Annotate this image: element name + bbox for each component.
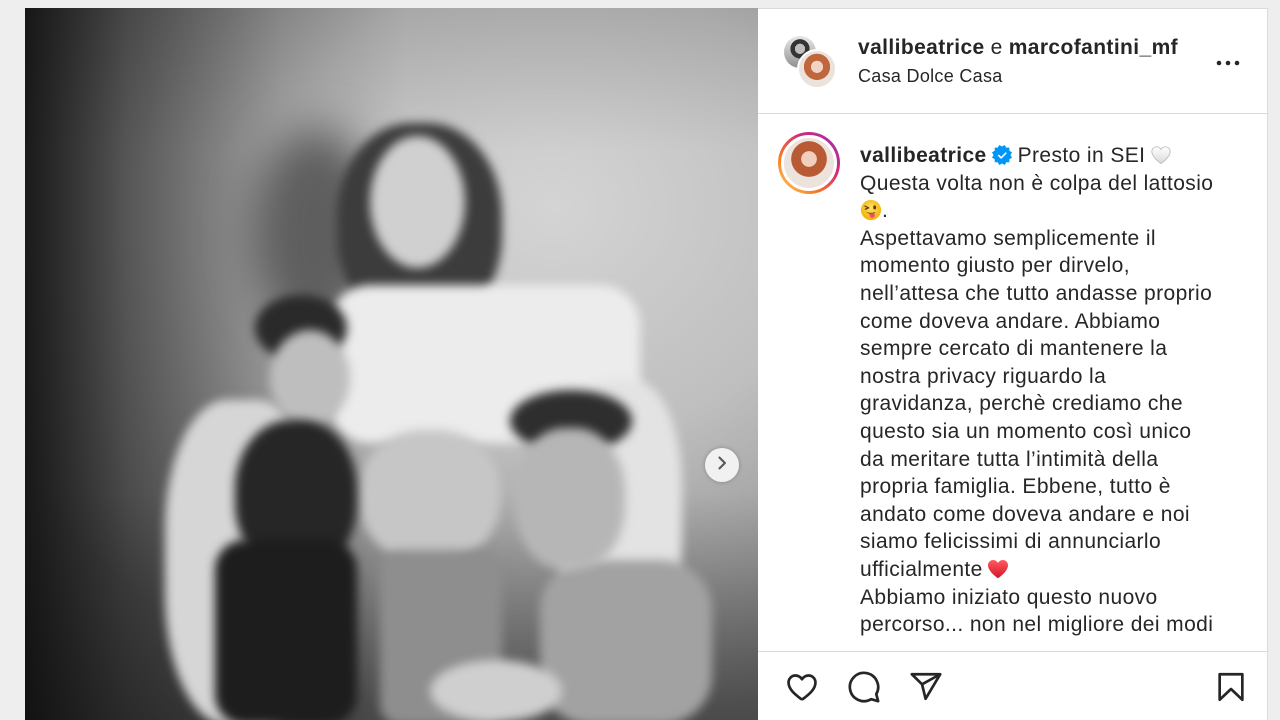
caption-line: andato come doveva andare e noi [860, 502, 1190, 526]
caption-line: propria famiglia. Ebbene, tutto è [860, 475, 1171, 499]
save-bookmark-icon [1214, 670, 1248, 704]
caption-line: nell’attesa che tutto andasse proprio [860, 281, 1213, 305]
caption-avatar-story-ring[interactable] [778, 132, 840, 194]
caption-line: percorso... non nel migliore dei modi [860, 613, 1214, 637]
photo-shape [515, 428, 625, 570]
header-username-link[interactable]: marcofantini_mf [1009, 36, 1178, 59]
photo-shape [430, 660, 562, 720]
avatar-vallibeatrice[interactable] [797, 49, 837, 89]
caption-line: Questa volta non è colpa del lattosio [860, 171, 1214, 195]
location-link[interactable]: Casa Dolce Casa [858, 65, 1003, 87]
photo-shape [360, 430, 500, 562]
caption-line: Aspettavamo semplicemente il [860, 226, 1156, 250]
caption-line: ufficialmente [860, 557, 983, 581]
chevron-right-icon [712, 453, 732, 478]
more-options-button[interactable] [1214, 49, 1242, 77]
red-heart-emoji-icon [985, 557, 1011, 581]
post-side-panel: vallibeatrice e marcofantini_mf Casa Dolce… [758, 8, 1268, 720]
next-photo-button[interactable] [705, 448, 739, 482]
winking-face-with-tongue-emoji-icon [860, 199, 882, 221]
caption-line: momento giusto per dirvelo, [860, 254, 1130, 278]
caption-line-emoji: ufficialmente [860, 556, 1213, 584]
like-heart-icon [785, 670, 819, 704]
verified-badge-icon [991, 145, 1012, 165]
header-conjunction: e [990, 36, 1003, 59]
comment-icon [847, 670, 881, 704]
caption-line: sempre cercato di mantenere la [860, 337, 1168, 361]
caption-line: questo sia un momento così unico [860, 419, 1192, 443]
collab-usernames: vallibeatrice e marcofantini_mf [858, 36, 1178, 60]
caption-first-line: vallibeatrice Presto in SEI [860, 142, 1213, 170]
more-horizontal-icon [1214, 60, 1242, 81]
save-button[interactable] [1214, 670, 1248, 704]
white-heart-emoji-icon [1150, 144, 1172, 166]
caption-text: vallibeatrice Presto in SEI Questa volta … [860, 142, 1213, 639]
header-username-link[interactable]: vallibeatrice [858, 36, 985, 59]
share-icon [909, 670, 943, 704]
photo-shape [370, 136, 465, 268]
post-header: vallibeatrice e marcofantini_mf Casa Dolce… [758, 9, 1267, 114]
caption-line: . [882, 199, 889, 223]
caption-line: nostra privacy riguardo la [860, 364, 1107, 388]
caption-line: gravidanza, perchè crediamo che [860, 392, 1183, 416]
actions-divider [758, 651, 1267, 652]
caption-line: come doveva andare. Abbiamo [860, 309, 1161, 333]
caption-line: siamo felicissimi di annunciarlo [860, 530, 1162, 554]
caption-username-link[interactable]: vallibeatrice [860, 144, 987, 167]
avatar [781, 135, 837, 191]
caption-line: da meritare tutta l’intimità della [860, 447, 1159, 471]
caption-scroll-area[interactable]: vallibeatrice Presto in SEI Questa volta … [758, 115, 1267, 651]
post-photo[interactable] [25, 8, 758, 720]
photo-shape [270, 330, 350, 426]
photo-shape [215, 540, 357, 720]
caption-line: Abbiamo iniziato questo nuovo [860, 585, 1158, 609]
like-button[interactable] [785, 670, 819, 704]
comment-button[interactable] [847, 670, 881, 704]
caption-line-emoji: . [860, 197, 1213, 225]
share-button[interactable] [909, 670, 943, 704]
caption-line: Presto in SEI [1017, 144, 1146, 167]
photo-shape [540, 560, 712, 720]
